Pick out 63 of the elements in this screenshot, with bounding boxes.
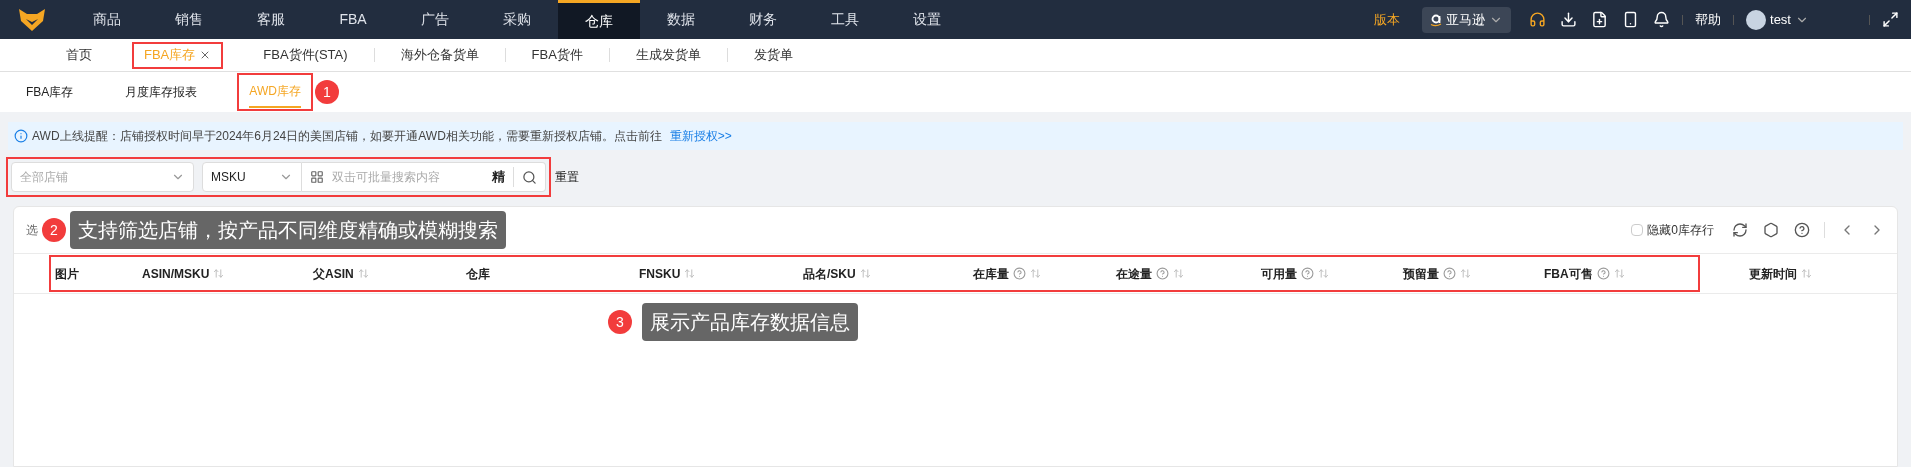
column-title: 图片 — [55, 265, 79, 283]
nav-tab[interactable]: 客服 — [230, 0, 312, 39]
user-avatar[interactable] — [1746, 9, 1767, 30]
document-add-icon[interactable] — [1591, 11, 1609, 28]
column-title: 仓库 — [466, 265, 490, 283]
nav-tab[interactable]: FBA — [312, 0, 394, 39]
page-tab[interactable]: 生成发货单 — [623, 41, 713, 69]
step-number-badge: 3 — [608, 310, 632, 334]
version-link[interactable]: 版本 — [1374, 9, 1401, 30]
download-icon[interactable] — [1560, 11, 1578, 28]
nav-tab[interactable]: 财务 — [722, 0, 804, 39]
nav-tab[interactable]: 仓库 — [558, 0, 640, 39]
column-title: FBA可售 — [1544, 265, 1593, 283]
exact-match-toggle[interactable]: 精 — [484, 167, 514, 187]
nav-tab[interactable]: 数据 — [640, 0, 722, 39]
column-title: 更新时间 — [1749, 265, 1797, 283]
column-title: 可用量 — [1261, 265, 1297, 283]
column-title: ASIN/MSKU — [142, 265, 210, 283]
hide-zero-checkbox[interactable] — [1631, 224, 1644, 236]
column-title: FNSKU — [639, 265, 681, 283]
nav-tab[interactable]: 设置 — [886, 0, 968, 39]
field-select[interactable]: MSKU — [202, 162, 302, 192]
fox-logo-icon[interactable] — [18, 7, 46, 32]
headset-icon[interactable] — [1529, 11, 1547, 28]
step-number-badge: 2 — [42, 218, 66, 242]
step-number-badge: 1 — [314, 80, 339, 104]
info-icon — [14, 129, 28, 143]
platform-selector[interactable]: 亚马逊 — [1422, 6, 1512, 33]
help-icon[interactable] — [1794, 222, 1810, 238]
refresh-icon[interactable] — [1732, 222, 1748, 238]
reset-button[interactable]: 重置 — [555, 168, 579, 186]
page-tab[interactable]: 首页 — [54, 41, 104, 69]
nav-tab[interactable]: 工具 — [804, 0, 886, 39]
column-title: 预留量 — [1403, 265, 1439, 283]
sub-tab[interactable]: 月度库存报表 — [113, 73, 210, 111]
bell-icon[interactable] — [1653, 11, 1671, 28]
search-field[interactable]: 双击可批量搜索内容 精 — [302, 162, 546, 192]
page-tab[interactable]: 海外仓备货单 — [388, 41, 491, 69]
page-tab[interactable]: FBA货件 — [519, 41, 595, 69]
sub-tab[interactable]: FBA库存 — [14, 73, 86, 111]
selection-count: 选 — [26, 222, 38, 239]
fullscreen-icon[interactable] — [1882, 11, 1899, 28]
help-link[interactable]: 帮助 — [1695, 9, 1722, 30]
column-title: 品名/SKU — [803, 265, 856, 283]
nav-tab[interactable]: 商品 — [66, 0, 148, 39]
column-title: 父ASIN — [313, 265, 354, 283]
search-icon[interactable] — [522, 169, 537, 185]
callout-tooltip: 展示产品库存数据信息 — [642, 303, 858, 341]
page-tab[interactable]: FBA货件(STA) — [251, 41, 360, 69]
nav-tab[interactable]: 广告 — [394, 0, 476, 39]
hide-zero-label: 隐藏0库存行 — [1647, 222, 1714, 239]
notice-text: AWD上线提醒：店铺授权时间早于2024年6月24日的美国店铺，如要开通AWD相关功能，需要重新授权店铺。点击前往 — [32, 128, 662, 145]
nav-tab[interactable]: 采购 — [476, 0, 558, 39]
column-title: 在途量 — [1116, 265, 1152, 283]
nav-tab[interactable]: 销售 — [148, 0, 230, 39]
reauthorize-link[interactable]: 重新授权>> — [669, 127, 732, 145]
page-tab[interactable]: 发货单 — [741, 41, 805, 69]
grid-icon[interactable] — [310, 170, 324, 184]
column-title: 在库量 — [973, 265, 1009, 283]
callout-tooltip: 支持筛选店铺，按产品不同维度精确或模糊搜索 — [70, 211, 506, 249]
amazon-logo-icon — [1430, 12, 1443, 27]
settings-icon[interactable] — [1763, 222, 1779, 238]
user-name[interactable]: test — [1770, 9, 1791, 30]
